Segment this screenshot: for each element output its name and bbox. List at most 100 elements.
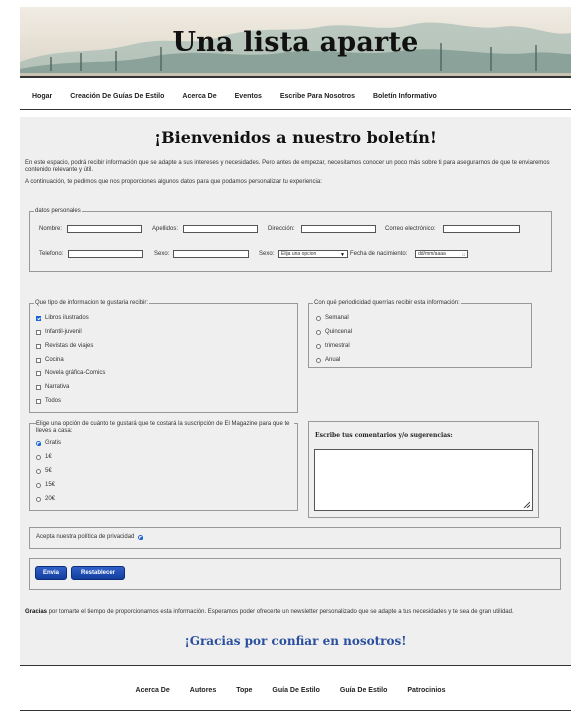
info-type-legend: Que tipo de informacion te gustaria reci… xyxy=(35,300,149,306)
option-trimestral[interactable]: trimestral xyxy=(316,343,350,349)
comments-textarea[interactable] xyxy=(314,449,533,511)
nav-eventos[interactable]: Eventos xyxy=(235,93,262,100)
nombre-input[interactable] xyxy=(67,225,142,233)
personal-data-fieldset: datos personales xyxy=(29,208,552,272)
checkbox[interactable] xyxy=(36,343,41,349)
radio[interactable] xyxy=(36,482,41,488)
checkbox[interactable] xyxy=(36,357,41,363)
header-banner: Una lista aparte xyxy=(20,7,571,78)
privacy-option[interactable]: Acepta nuestra política de privacidad xyxy=(36,534,147,540)
option-cocina[interactable]: Cocina xyxy=(36,357,64,363)
calendar-icon: □ xyxy=(462,252,465,257)
price-fieldset xyxy=(29,423,298,511)
telefono-input[interactable] xyxy=(68,250,143,258)
radio[interactable] xyxy=(316,357,321,363)
resize-handle-icon[interactable] xyxy=(523,501,530,508)
radio[interactable] xyxy=(36,454,41,460)
price-legend: Elige una opción de cuánto te gustará qu… xyxy=(36,421,294,435)
sexo-select[interactable]: Elija una opcion ▼ xyxy=(278,250,348,258)
option-label: Gratis xyxy=(45,440,62,446)
footer-guia-estilo-2[interactable]: Guía De Estilo xyxy=(340,687,387,694)
option-20-euro[interactable]: 20€ xyxy=(36,496,55,502)
footer-autores[interactable]: Autores xyxy=(190,687,216,694)
radio-checked[interactable] xyxy=(36,440,41,446)
option-label: Todos xyxy=(45,398,62,404)
thanks-bold: Gracias xyxy=(25,609,48,615)
footer-tope[interactable]: Tope xyxy=(236,687,252,694)
option-5-euro[interactable]: 5€ xyxy=(36,468,52,474)
intro-text: En este espacio, podrá recibir informaci… xyxy=(25,160,565,191)
checkbox[interactable] xyxy=(36,398,41,404)
sexo-select-value: Elija una opcion xyxy=(281,251,317,257)
sexo-input[interactable] xyxy=(173,250,249,258)
radio[interactable] xyxy=(316,343,321,349)
checkbox[interactable] xyxy=(36,384,41,390)
option-semanal[interactable]: Semanal xyxy=(316,315,349,321)
fecha-input[interactable]: dd/mm/aaaa □ xyxy=(415,250,468,258)
option-anual[interactable]: Anual xyxy=(316,357,340,363)
intro-paragraph-1: En este espacio, podrá recibir informaci… xyxy=(25,160,550,173)
frequency-legend: Con qué periodicidad querrías recibir es… xyxy=(314,300,460,306)
option-label: Infantil-juvenil xyxy=(45,329,82,335)
option-revistas-viajes[interactable]: Revistas de viajes xyxy=(36,343,93,349)
thanks-text: Gracias por tomarte el tiempo de proporc… xyxy=(25,609,565,616)
apellidos-input[interactable] xyxy=(183,225,258,233)
option-label: 20€ xyxy=(45,496,56,502)
direccion-input[interactable] xyxy=(301,225,376,233)
option-libros-ilustrados[interactable]: Libros ilustrados xyxy=(36,315,89,321)
newsletter-section: ¡Bienvenidos a nuestro boletín! En este … xyxy=(20,117,571,666)
radio[interactable] xyxy=(316,315,321,321)
thanks-body: por tomarte el tiempo de proporcionarnos… xyxy=(47,609,514,615)
checkbox[interactable] xyxy=(36,370,41,376)
send-button[interactable]: Envia xyxy=(35,566,67,580)
footer-guia-estilo-1[interactable]: Guía De Estilo xyxy=(272,687,319,694)
option-label: 15€ xyxy=(45,482,56,488)
footer-patrocinios[interactable]: Patrocinios xyxy=(407,687,445,694)
option-narrativa[interactable]: Narrativa xyxy=(36,384,69,390)
nav-acerca-de[interactable]: Acerca De xyxy=(182,93,216,100)
fecha-placeholder: dd/mm/aaaa xyxy=(418,251,446,257)
option-label: Revistas de viajes xyxy=(45,343,94,349)
option-label: trimestral xyxy=(325,343,350,349)
email-input[interactable] xyxy=(443,225,520,233)
privacy-radio[interactable] xyxy=(138,534,144,540)
option-label: Libros ilustrados xyxy=(45,315,89,321)
radio[interactable] xyxy=(36,496,41,502)
telefono-label: Telefono: xyxy=(39,251,64,257)
nav-hogar[interactable]: Hogar xyxy=(32,93,52,100)
option-label: Narrativa xyxy=(45,384,70,390)
footer-divider xyxy=(20,710,571,711)
nav-escribe[interactable]: Escribe Para Nosotros xyxy=(280,93,355,100)
option-label: Novela gráfica-Comics xyxy=(45,370,106,376)
option-label: Anual xyxy=(325,357,341,363)
option-label: Cocina xyxy=(45,357,64,363)
radio[interactable] xyxy=(36,468,41,474)
option-label: 5€ xyxy=(45,468,52,474)
fecha-label: Fecha de nacimiento: xyxy=(350,251,408,257)
chevron-down-icon: ▼ xyxy=(340,252,345,258)
option-infantil[interactable]: Infantil-juvenil xyxy=(36,329,82,335)
comments-label: Escribe tus comentarios y/o sugerencias: xyxy=(315,432,453,439)
footer-nav: Acerca De Autores Tope Guía De Estilo Gu… xyxy=(20,678,571,702)
option-gratis[interactable]: Gratis xyxy=(36,440,61,446)
option-todos[interactable]: Todos xyxy=(36,398,61,404)
option-novela-grafica[interactable]: Novela gráfica-Comics xyxy=(36,370,105,376)
radio[interactable] xyxy=(316,329,321,335)
page-title: ¡Bienvenidos a nuestro boletín! xyxy=(154,128,437,147)
top-nav: Hogar Creación De Guías De Estilo Acerca… xyxy=(20,84,571,110)
checkbox[interactable] xyxy=(36,329,41,335)
reset-button[interactable]: Restablecer xyxy=(71,566,125,580)
apellidos-label: Apellidos: xyxy=(152,226,179,232)
sexo-label-1: Sexo: xyxy=(154,251,170,257)
option-1-euro[interactable]: 1€ xyxy=(36,454,52,460)
checkbox-checked[interactable] xyxy=(36,315,41,321)
option-15-euro[interactable]: 15€ xyxy=(36,482,55,488)
nav-guias-estilo[interactable]: Creación De Guías De Estilo xyxy=(70,93,164,100)
sexo-label-2: Sexo: xyxy=(259,251,275,257)
footer-acerca-de[interactable]: Acerca De xyxy=(136,687,170,694)
nombre-label: Nombre: xyxy=(39,226,63,232)
option-quincenal[interactable]: Quincenal xyxy=(316,329,352,335)
thanks-title: ¡Gracias por confiar en nosotros! xyxy=(184,634,407,648)
email-label: Correo electrónico: xyxy=(385,226,436,232)
nav-boletin[interactable]: Boletín Informativo xyxy=(373,93,437,100)
